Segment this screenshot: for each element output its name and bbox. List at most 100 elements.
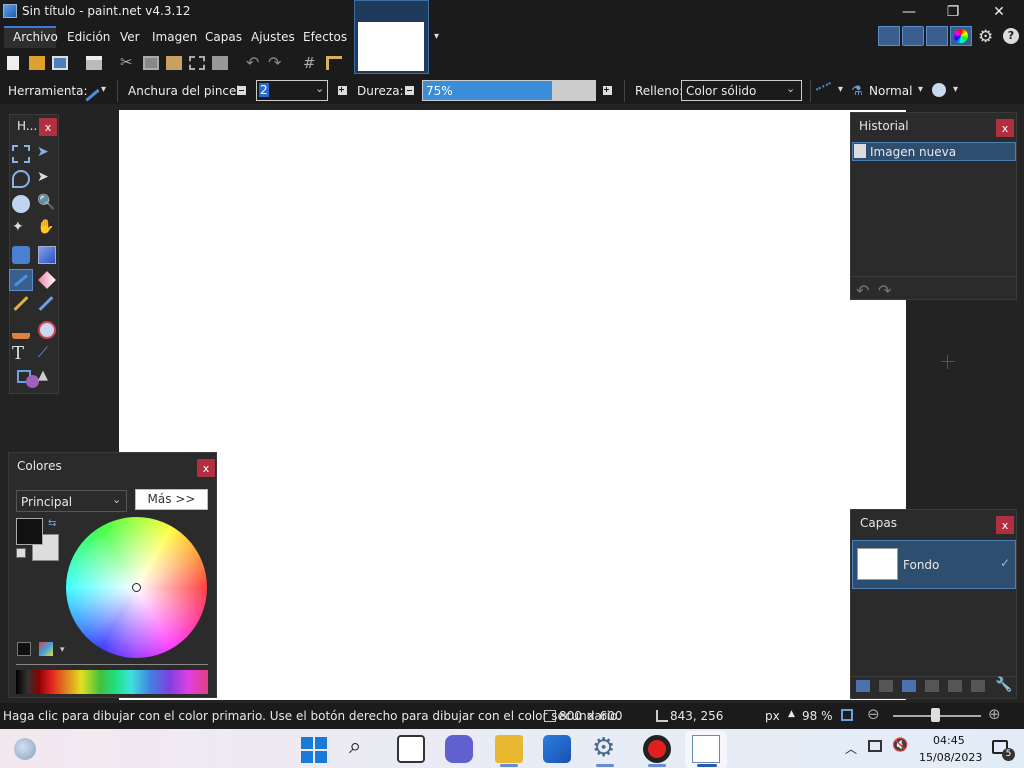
brush-width-increase-icon[interactable] [338, 86, 347, 95]
add-layer-icon[interactable] [856, 680, 870, 692]
tools-window-toggle-icon[interactable] [878, 26, 900, 46]
selection-clipping-icon[interactable] [932, 83, 946, 97]
zoom-out-icon[interactable]: ⊖ [867, 705, 880, 723]
ruler-icon[interactable] [326, 56, 342, 70]
redo-icon[interactable]: ↷ [268, 53, 281, 72]
crop-to-selection-icon[interactable] [189, 56, 205, 70]
new-file-icon[interactable] [7, 56, 19, 70]
color-palette-strip[interactable] [16, 670, 208, 694]
units-select[interactable]: px [765, 709, 780, 723]
reset-colors-icon[interactable] [16, 548, 26, 558]
units-dropdown-icon[interactable]: ▲ [788, 709, 795, 719]
microsoft-store-icon[interactable] [543, 735, 571, 763]
history-redo-icon[interactable]: ↷ [878, 281, 891, 300]
primary-color-swatch[interactable] [16, 518, 43, 545]
save-icon[interactable] [52, 56, 68, 70]
search-icon[interactable]: ⌕ [349, 734, 361, 759]
clipping-dropdown-icon[interactable]: ▾ [953, 84, 958, 95]
color-mode-select[interactable]: Principal ⌄ [16, 490, 127, 512]
maximize-button[interactable]: ❐ [930, 0, 976, 24]
antialiasing-dropdown-icon[interactable]: ▾ [838, 84, 843, 95]
deselect-icon[interactable] [212, 56, 228, 70]
zoom-to-window-icon[interactable] [841, 709, 853, 721]
zoom-in-icon[interactable]: ⊕ [988, 705, 1001, 723]
hardness-slider[interactable]: 75% [422, 80, 596, 101]
teams-chat-icon[interactable] [445, 735, 473, 763]
close-button[interactable]: ✕ [976, 0, 1022, 24]
add-to-palette-icon[interactable] [17, 642, 31, 656]
zoom-level[interactable]: 98 % [802, 709, 833, 723]
colors-window-toggle-icon[interactable] [950, 26, 972, 46]
colors-panel-close-button[interactable]: x [197, 459, 215, 477]
settings-gear-icon[interactable]: ⚙ [978, 27, 993, 47]
show-hidden-icons-chevron-icon[interactable]: ︿ [845, 740, 857, 757]
move-selection-icon[interactable]: ➤ [37, 169, 49, 185]
menu-ver[interactable]: Ver [120, 30, 140, 44]
recorder-app-icon[interactable] [643, 735, 671, 763]
tool-dropdown-icon[interactable]: ▾ [101, 84, 106, 95]
history-undo-icon[interactable]: ↶ [856, 281, 869, 300]
zoom-slider-thumb[interactable] [931, 708, 940, 722]
pan-hand-icon[interactable]: ✋ [37, 219, 54, 235]
grid-icon[interactable]: # [303, 54, 316, 72]
more-colors-button[interactable]: Más >> [135, 489, 208, 510]
open-folder-icon[interactable] [29, 56, 45, 70]
magic-wand-icon[interactable]: ✦ [12, 219, 24, 235]
paste-icon[interactable] [166, 56, 182, 70]
delete-layer-icon[interactable] [879, 680, 893, 692]
brush-width-decrease-icon[interactable] [237, 86, 246, 95]
color-wheel-picker-handle[interactable] [132, 583, 141, 592]
menu-archivo[interactable]: Archivo [13, 30, 58, 44]
menu-edicion[interactable]: Edición [67, 30, 110, 44]
layer-visibility-checkbox[interactable]: ✓ [1000, 556, 1010, 570]
hardness-decrease-icon[interactable] [405, 86, 414, 95]
layers-window-toggle-icon[interactable] [926, 26, 948, 46]
gradient-icon[interactable] [38, 246, 56, 264]
blend-mode-dropdown-icon[interactable]: ▾ [918, 84, 923, 95]
volume-muted-icon[interactable]: 🔇 [892, 738, 908, 753]
brush-width-combobox[interactable]: 2 ⌄ [256, 80, 328, 101]
menu-efectos[interactable]: Efectos [303, 30, 347, 44]
undo-icon[interactable]: ↶ [246, 53, 259, 72]
layer-properties-wrench-icon[interactable]: 🔧 [995, 677, 1012, 693]
layers-panel-close-button[interactable]: x [996, 516, 1014, 534]
tools-panel-close-button[interactable]: x [39, 118, 57, 136]
blend-mode-icon[interactable]: ⚗ [851, 84, 863, 99]
blend-mode-value[interactable]: Normal [869, 84, 912, 98]
hardness-increase-icon[interactable] [603, 86, 612, 95]
settings-app-icon[interactable]: ⚙ [592, 733, 615, 763]
swap-colors-icon[interactable]: ⇆ [48, 518, 56, 529]
start-button-windows-icon[interactable] [301, 735, 329, 763]
image-list-dropdown-icon[interactable]: ▾ [434, 31, 439, 42]
print-icon[interactable] [86, 56, 102, 70]
palette-menu-icon[interactable] [39, 642, 53, 656]
recolor-icon[interactable] [38, 321, 56, 339]
taskbar-clock-time[interactable]: 04:45 [933, 734, 965, 747]
cut-icon[interactable]: ✂ [120, 53, 133, 71]
history-panel-close-button[interactable]: x [996, 119, 1014, 137]
duplicate-layer-icon[interactable] [902, 680, 916, 692]
taskbar-clock-date[interactable]: 15/08/2023 [919, 751, 982, 764]
file-explorer-icon[interactable] [495, 735, 523, 763]
minimize-button[interactable]: — [886, 0, 932, 24]
rectangle-select-icon[interactable] [12, 145, 30, 163]
palette-dropdown-icon[interactable]: ▾ [60, 645, 65, 655]
network-icon[interactable] [868, 740, 882, 752]
menu-ajustes[interactable]: Ajustes [251, 30, 295, 44]
copy-icon[interactable] [143, 56, 159, 70]
merge-layer-down-icon[interactable] [925, 680, 939, 692]
move-layer-down-icon[interactable] [971, 680, 985, 692]
chevron-down-icon[interactable]: ⌄ [315, 82, 324, 95]
lasso-select-icon[interactable] [12, 170, 30, 188]
line-curve-icon[interactable]: ⟋ [38, 345, 48, 361]
menu-capas[interactable]: Capas [205, 30, 242, 44]
paintnet-taskbar-icon[interactable] [692, 735, 720, 763]
move-layer-up-icon[interactable] [948, 680, 962, 692]
clone-stamp-icon[interactable] [12, 321, 30, 339]
drawing-canvas[interactable] [119, 110, 906, 700]
history-window-toggle-icon[interactable] [902, 26, 924, 46]
paint-bucket-icon[interactable] [12, 246, 30, 264]
brush-width-value[interactable]: 2 [259, 83, 269, 97]
zoom-icon[interactable]: 🔍 [37, 193, 56, 211]
ellipse-select-icon[interactable] [12, 195, 30, 213]
